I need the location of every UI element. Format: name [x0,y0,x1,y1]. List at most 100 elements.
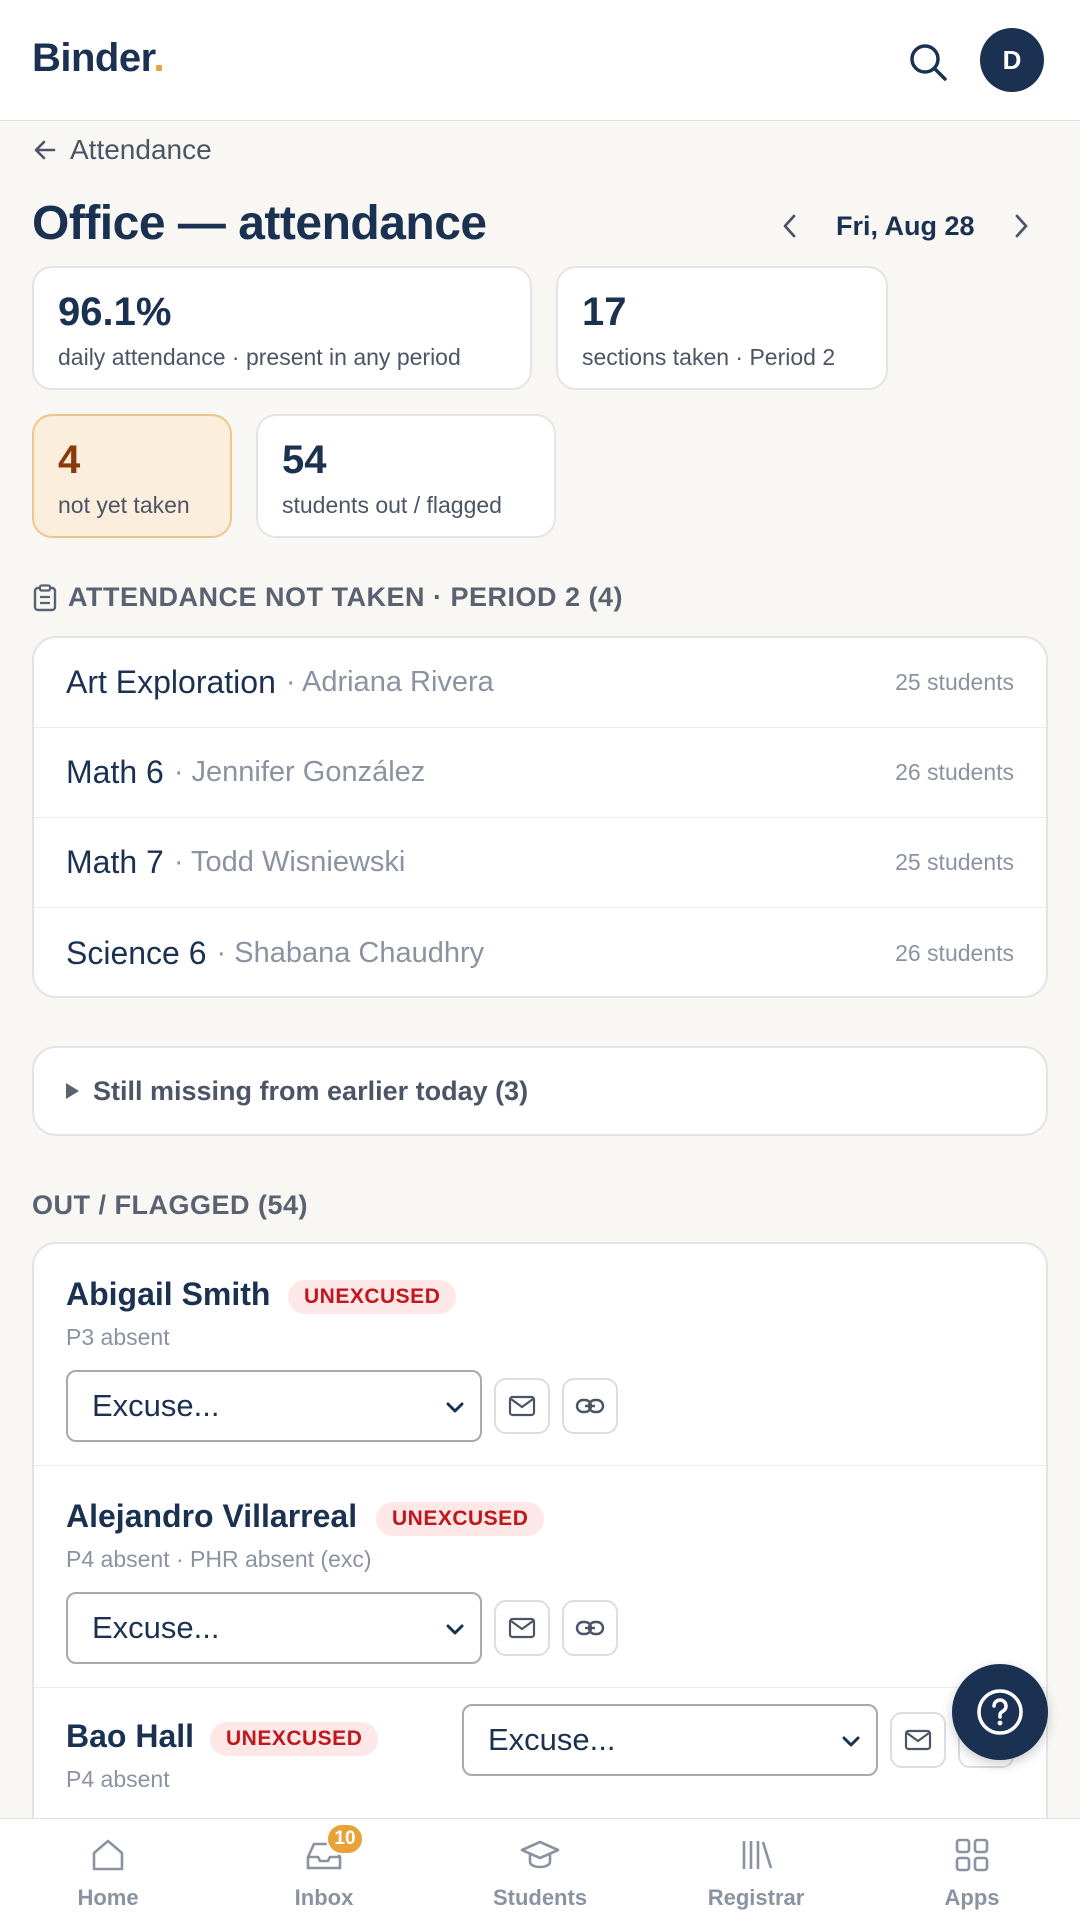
stat-value: 17 [582,290,627,334]
nav-label: Inbox [294,1885,354,1910]
status-badge: UNEXCUSED [288,1280,457,1314]
email-button[interactable] [890,1712,946,1768]
nav-item-apps[interactable]: Apps [864,1819,1080,1920]
course-name: Math 6 [66,754,164,790]
student-count: 26 students [895,939,1014,966]
list-item[interactable]: Art Exploration · Adriana Rivera 25 stud… [34,638,1046,728]
stat-value: 54 [282,438,327,482]
nav-label: Students [492,1885,588,1910]
excuse-select-value: Excuse... [488,1722,616,1757]
inbox-count-badge: 10 [326,1823,364,1855]
student-detail: P3 absent [66,1324,170,1350]
nav-item-students[interactable]: Students [432,1819,648,1920]
home-icon [92,1839,124,1871]
help-icon [977,1689,1023,1735]
stat-label: daily attendance · present in any period [58,344,461,370]
excuse-select-value: Excuse... [92,1388,220,1423]
nav-label: Registrar [707,1885,805,1910]
still-missing-toggle[interactable]: Still missing from earlier today (3) [32,1046,1048,1136]
not-taken-heading: ATTENDANCE NOT TAKEN · PERIOD 2 (4) [32,582,623,613]
prev-day-button[interactable] [774,204,806,248]
link-icon [575,1398,605,1414]
help-button[interactable] [952,1664,1048,1760]
back-link-label: Attendance [70,134,212,165]
flagged-heading: OUT / FLAGGED (54) [32,1190,308,1221]
stat-label: sections taken · Period 2 [582,344,836,370]
list-item[interactable]: Science 6 · Shabana Chaudhry 26 students [34,908,1046,996]
stat-value: 4 [58,438,81,482]
teacher-name: · Shabana Chaudhry [216,936,485,969]
mail-icon [904,1729,932,1751]
nav-item-registrar[interactable]: Registrar [648,1819,864,1920]
not-taken-heading-label: ATTENDANCE NOT TAKEN · PERIOD 2 (4) [68,582,624,612]
excuse-select[interactable]: Excuse... [462,1704,878,1776]
list-item[interactable]: Math 7 · Todd Wisniewski 25 students [34,818,1046,908]
stat-label: students out / flagged [282,492,502,518]
chevron-down-icon [446,1402,464,1413]
student-name[interactable]: Bao Hall [66,1718,194,1755]
copy-link-button[interactable] [562,1378,618,1434]
excuse-select-value: Excuse... [92,1610,220,1645]
teacher-name: · Adriana Rivera [285,666,494,698]
nav-item-inbox[interactable]: 10 Inbox [216,1819,432,1920]
chevron-right-icon [1015,214,1027,238]
grid-icon [955,1838,989,1872]
nav-label: Apps [944,1885,1000,1910]
back-link[interactable]: Attendance [32,132,212,168]
stat-sections-taken: 17 sections taken · Period 2 [556,266,888,390]
disclosure-triangle-icon [66,1083,79,1099]
clipboard-icon [33,583,57,611]
next-day-button[interactable] [1005,204,1037,248]
brand-logo[interactable]: Binder. [32,36,165,81]
list-item[interactable]: Math 6 · Jennifer González 26 students [34,728,1046,818]
search-icon [910,44,947,81]
current-date: Fri, Aug 28 [836,210,975,241]
still-missing-label: Still missing from earlier today (3) [93,1075,529,1106]
mail-icon [508,1617,536,1639]
student-name[interactable]: Abigail Smith [66,1276,270,1313]
library-icon [742,1841,773,1869]
stat-not-yet-taken[interactable]: 4 not yet taken [32,414,232,538]
avatar[interactable]: D [980,28,1044,92]
graduation-cap-icon [520,1840,560,1869]
flagged-heading-label: OUT / FLAGGED (54) [32,1190,309,1220]
chevron-left-icon [783,214,796,238]
flagged-student-row: Alejandro Villarreal UNEXCUSED P4 absent… [34,1466,1046,1688]
email-button[interactable] [494,1600,550,1656]
teacher-name: · Jennifer González [173,756,426,788]
nav-label: Home [77,1885,139,1910]
bottom-nav: Home 10 Inbox Students Registrar Apps [0,1818,1080,1920]
link-icon [575,1620,605,1636]
chevron-down-icon [842,1736,860,1747]
arrow-left-icon [34,140,56,160]
excuse-select[interactable]: Excuse... [66,1592,482,1664]
flagged-student-row: Abigail Smith UNEXCUSED P3 absent Excuse… [34,1244,1046,1466]
student-count: 25 students [895,669,1014,695]
copy-link-button[interactable] [562,1600,618,1656]
stat-daily-attendance: 96.1% daily attendance · present in any … [32,266,532,390]
nav-item-home[interactable]: Home [0,1819,216,1920]
stat-label: not yet taken [58,492,190,518]
course-name: Math 7 [66,844,164,880]
student-count: 26 students [895,759,1014,785]
status-badge: UNEXCUSED [210,1722,379,1756]
not-taken-list: Art Exploration · Adriana Rivera 25 stud… [32,636,1048,998]
email-button[interactable] [494,1378,550,1434]
stat-students-out[interactable]: 54 students out / flagged [256,414,556,538]
student-name[interactable]: Alejandro Villarreal [66,1498,357,1535]
course-name: Science 6 [66,934,207,971]
course-name: Art Exploration [66,664,276,700]
excuse-select[interactable]: Excuse... [66,1370,482,1442]
date-navigator: Fri, Aug 28 [774,204,1037,248]
status-badge: UNEXCUSED [376,1502,545,1536]
search-button[interactable] [904,38,952,86]
student-detail: P4 absent · PHR absent (exc) [66,1546,372,1572]
chevron-down-icon [446,1624,464,1635]
stat-value: 96.1% [58,290,172,334]
teacher-name: · Todd Wisniewski [173,846,406,878]
page-title: Office — attendance [32,197,487,250]
mail-icon [508,1395,536,1417]
student-count: 25 students [895,849,1014,875]
student-detail: P4 absent [66,1766,170,1792]
top-bar: Binder. D [0,0,1080,121]
